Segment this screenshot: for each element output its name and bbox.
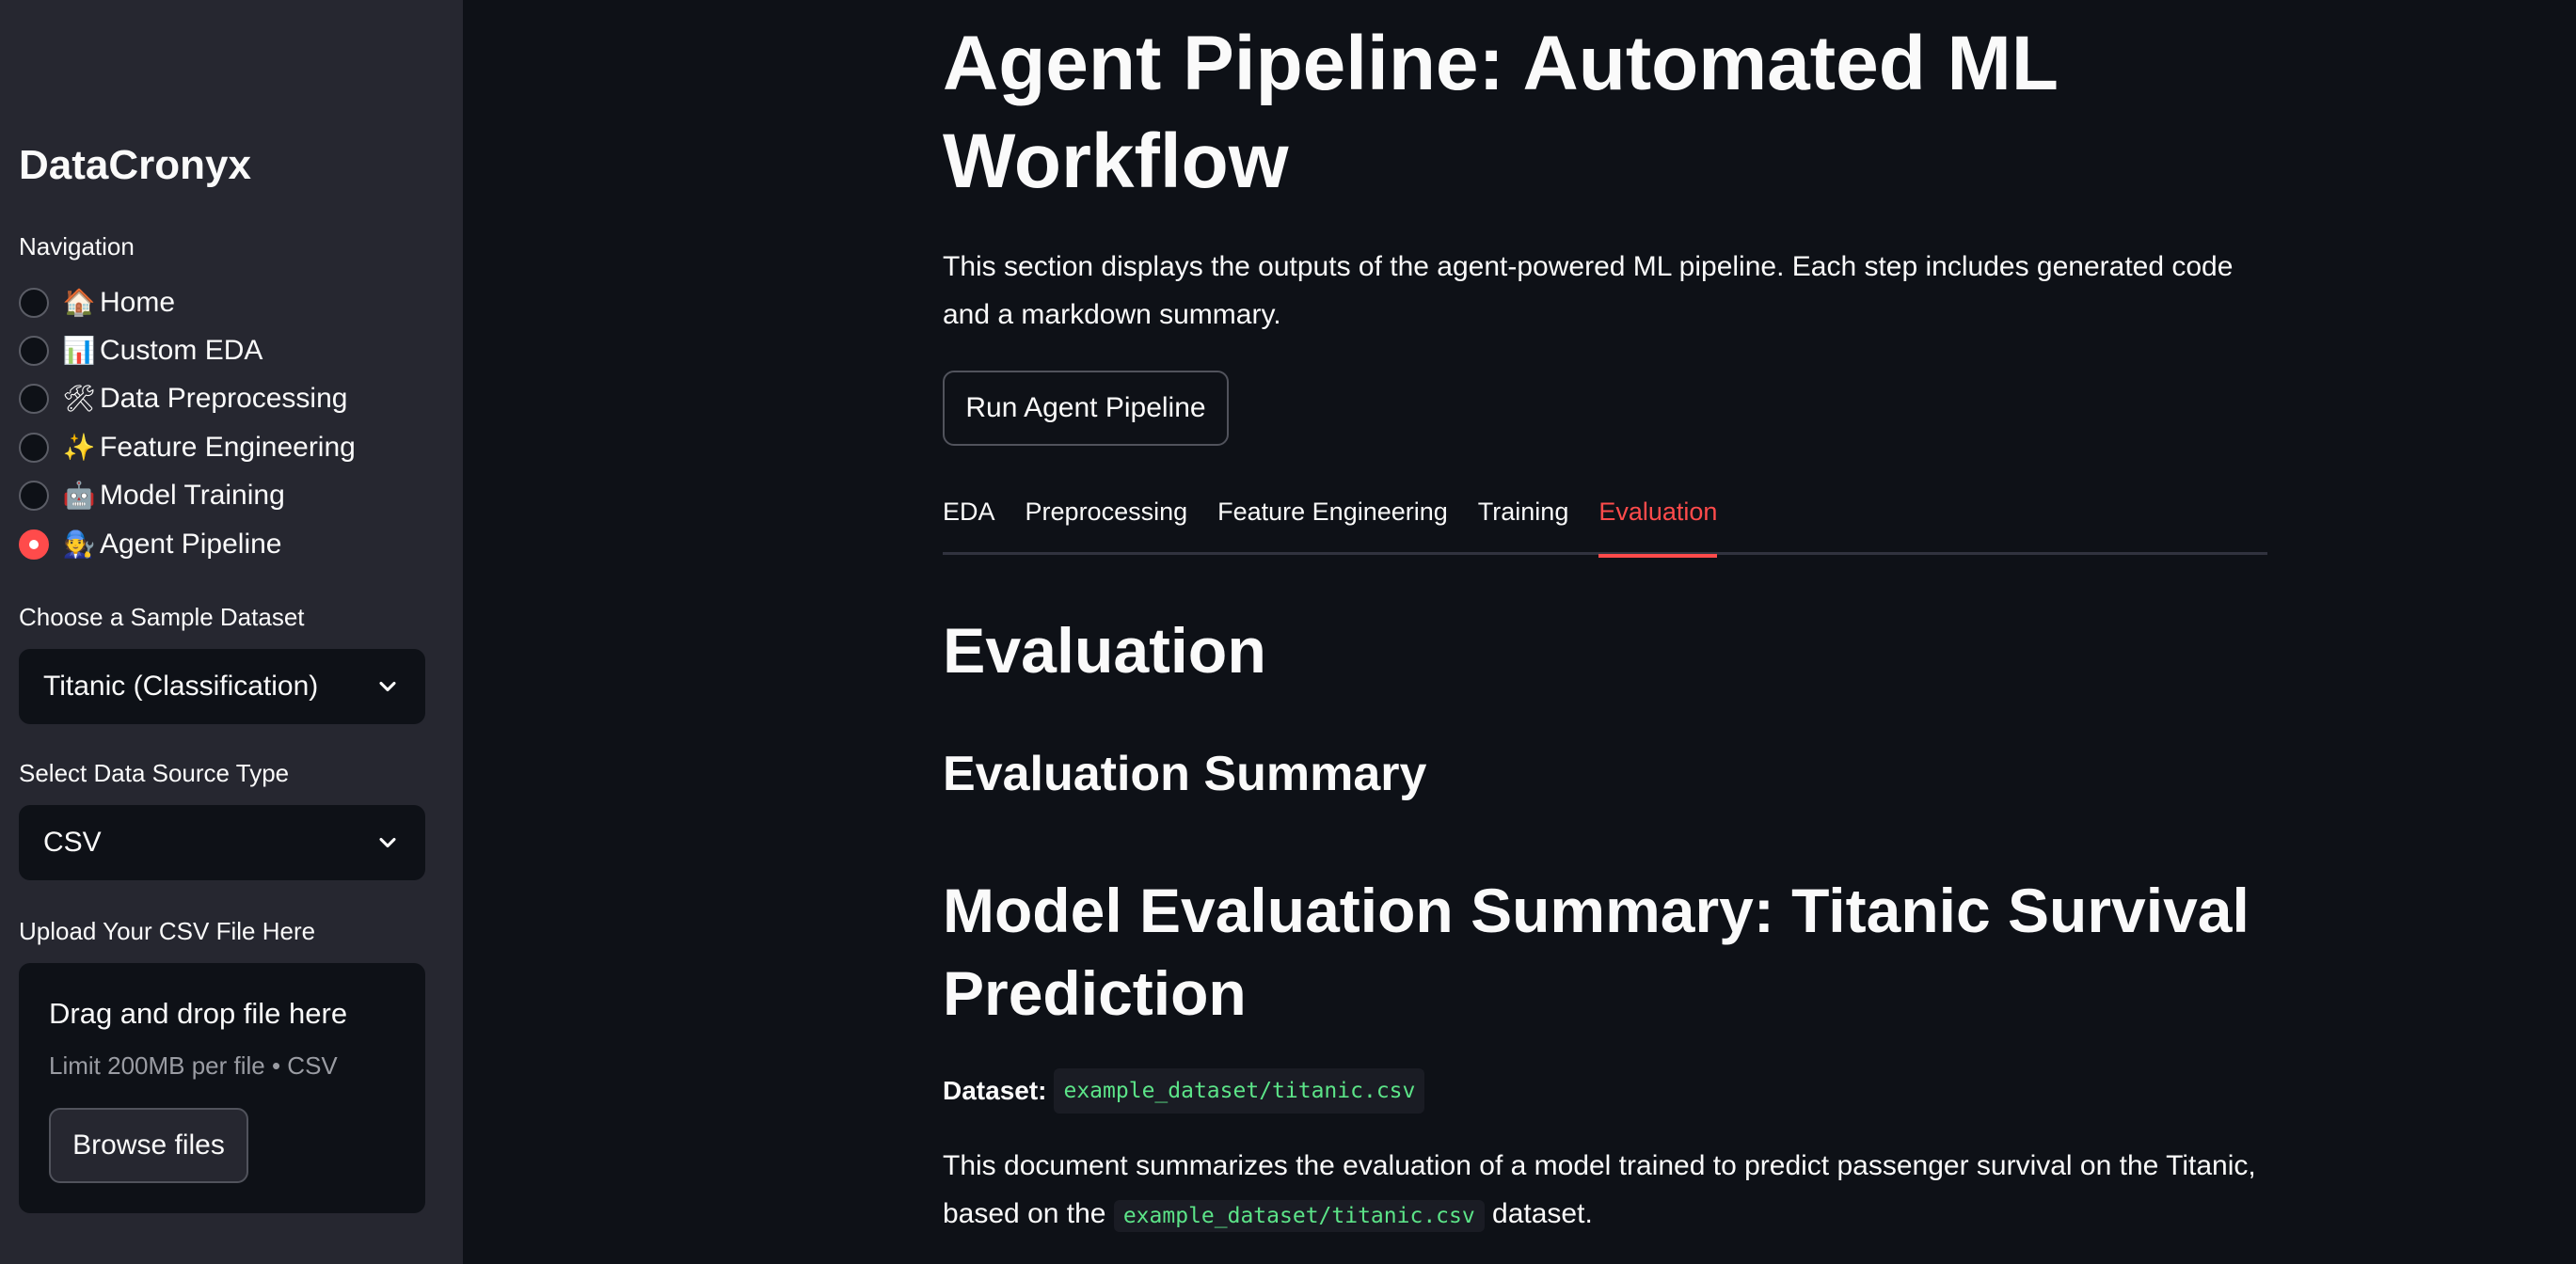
tab-preprocessing[interactable]: Preprocessing — [1026, 478, 1188, 555]
hammer-wrench-icon: 🛠 — [62, 384, 96, 414]
source-type-value: CSV — [43, 827, 102, 858]
dataset-select[interactable]: Titanic (Classification) — [19, 649, 425, 724]
radio-button[interactable] — [19, 336, 49, 367]
radio-button[interactable] — [19, 481, 49, 512]
nav-item-custom-eda[interactable]: 📊 Custom EDA — [19, 326, 452, 374]
browse-files-button[interactable]: Browse files — [49, 1108, 248, 1183]
evaluation-heading: Evaluation — [943, 615, 1266, 687]
dataset-select-label: Choose a Sample Dataset — [19, 603, 305, 631]
page-title: Agent Pipeline: Automated ML Workflow — [943, 21, 2058, 204]
nav-item-label: Model Training — [100, 480, 285, 512]
house-icon: 🏠 — [62, 287, 96, 317]
nav-item-data-preprocessing[interactable]: 🛠 Data Preprocessing — [19, 375, 452, 423]
dropzone-text: Drag and drop file here — [49, 997, 348, 1030]
mechanic-icon: 🧑‍🔧 — [62, 529, 96, 559]
dataset-line: Dataset: example_dataset/titanic.csv — [943, 1068, 1425, 1114]
dataset-label: Dataset: — [943, 1076, 1047, 1105]
evaluation-summary-heading: Evaluation Summary — [943, 747, 1427, 801]
dataset-path-code-inline: example_dataset/titanic.csv — [1113, 1200, 1485, 1232]
source-type-select[interactable]: CSV — [19, 805, 425, 880]
nav-item-model-training[interactable]: 🤖 Model Training — [19, 472, 452, 520]
radio-button[interactable] — [19, 287, 49, 318]
tab-training[interactable]: Training — [1478, 478, 1569, 555]
nav-item-label: Custom EDA — [100, 335, 263, 367]
sparkles-icon: ✨ — [62, 432, 96, 462]
nav-item-feature-engineering[interactable]: ✨ Feature Engineering — [19, 423, 452, 471]
nav-item-label: Feature Engineering — [100, 431, 356, 463]
radio-button-selected[interactable] — [19, 529, 49, 560]
tab-evaluation[interactable]: Evaluation — [1598, 478, 1718, 558]
nav-item-label: Agent Pipeline — [100, 528, 282, 560]
tab-eda[interactable]: EDA — [943, 478, 995, 555]
app-brand: DataCronyx — [19, 142, 251, 188]
robot-icon: 🤖 — [62, 481, 96, 511]
nav-item-label: Home — [100, 286, 176, 318]
radio-button[interactable] — [19, 432, 49, 463]
navigation-label: Navigation — [19, 232, 135, 261]
upload-label: Upload Your CSV File Here — [19, 917, 316, 945]
file-dropzone[interactable]: Drag and drop file here Limit 200MB per … — [19, 963, 425, 1213]
bar-chart-icon: 📊 — [62, 336, 96, 366]
navigation-radio-group: 🏠 Home 📊 Custom EDA 🛠 Data Preprocessing… — [19, 278, 452, 568]
tab-feature-engineering[interactable]: Feature Engineering — [1217, 478, 1448, 555]
source-type-label: Select Data Source Type — [19, 759, 290, 787]
intro-text: This section displays the outputs of the… — [943, 251, 2234, 330]
pipeline-tabs: EDA Preprocessing Feature Engineering Tr… — [943, 478, 2267, 558]
nav-item-home[interactable]: 🏠 Home — [19, 278, 452, 326]
radio-button[interactable] — [19, 384, 49, 415]
chevron-down-icon — [379, 837, 396, 848]
summary-text-end: dataset. — [1492, 1198, 1593, 1229]
chevron-down-icon — [379, 681, 396, 692]
nav-item-label: Data Preprocessing — [100, 383, 348, 415]
run-agent-pipeline-button[interactable]: Run Agent Pipeline — [943, 371, 1229, 446]
dropzone-limit: Limit 200MB per file • CSV — [49, 1051, 338, 1080]
dataset-path-code: example_dataset/titanic.csv — [1054, 1068, 1425, 1114]
summary-paragraph: This document summarizes the evaluation … — [943, 1142, 2269, 1240]
nav-item-agent-pipeline[interactable]: 🧑‍🔧 Agent Pipeline — [19, 520, 452, 568]
dataset-select-value: Titanic (Classification) — [43, 671, 319, 702]
sidebar: DataCronyx Navigation 🏠 Home 📊 Custom ED… — [0, 0, 463, 1264]
model-evaluation-heading: Model Evaluation Summary: Titanic Surviv… — [943, 876, 2250, 1028]
